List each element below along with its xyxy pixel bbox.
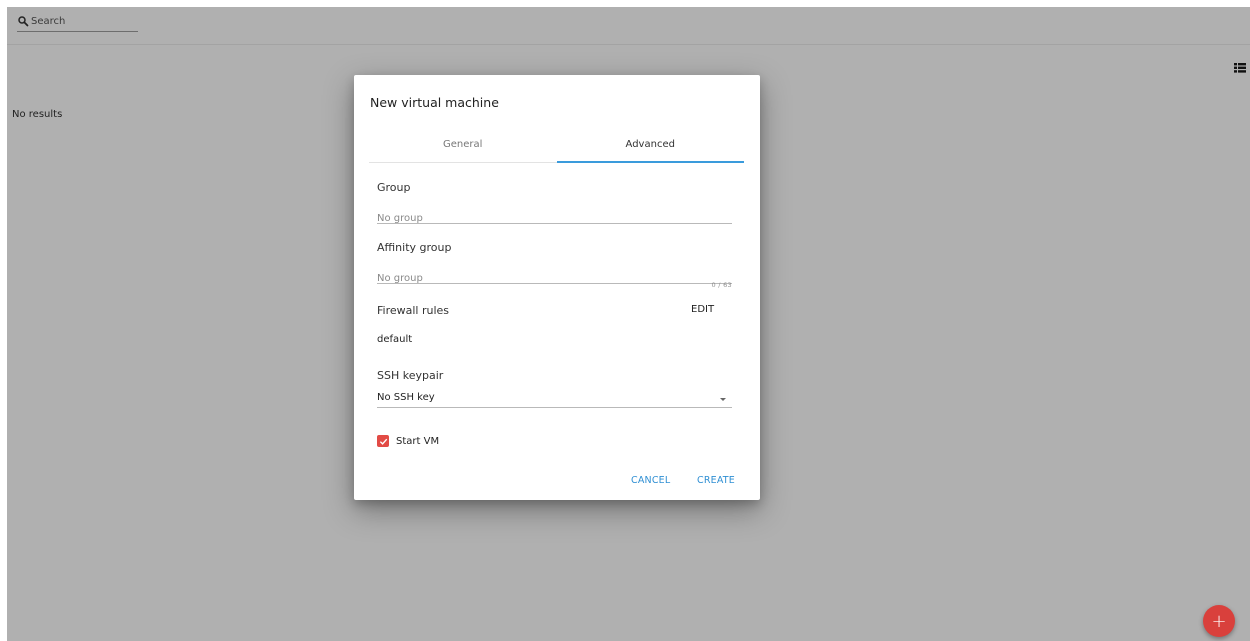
group-label: Group (377, 181, 411, 194)
ssh-keypair-select[interactable]: No SSH key (377, 390, 732, 408)
cancel-button[interactable]: CANCEL (631, 475, 670, 486)
firewall-rules-label: Firewall rules (377, 304, 450, 317)
check-icon (379, 438, 387, 445)
start-vm-checkbox-row[interactable]: Start VM (377, 434, 439, 448)
search-icon (17, 12, 29, 31)
affinity-group-label: Affinity group (377, 241, 452, 254)
affinity-group-field[interactable] (377, 266, 732, 286)
create-button[interactable]: CREATE (697, 475, 735, 486)
ssh-keypair-value: No SSH key (377, 392, 435, 403)
affinity-group-char-count: 0 / 63 (711, 281, 732, 289)
top-bar (7, 7, 1250, 45)
tab-general[interactable]: General (369, 136, 557, 162)
new-vm-dialog: New virtual machine General Advanced Gro… (354, 75, 760, 500)
add-button[interactable]: + (1203, 605, 1235, 637)
group-input[interactable] (377, 212, 732, 226)
dialog-title: New virtual machine (370, 95, 499, 110)
firewall-edit-button[interactable]: EDIT (691, 304, 714, 315)
dropdown-arrow-icon (720, 398, 726, 401)
tab-advanced[interactable]: Advanced (556, 136, 745, 163)
firewall-rules-value: default (377, 334, 413, 345)
start-vm-checkbox[interactable] (377, 435, 389, 447)
affinity-group-input[interactable] (377, 272, 732, 286)
ssh-keypair-label: SSH keypair (377, 369, 444, 382)
dialog-tabs: General Advanced (369, 136, 744, 163)
search-box[interactable] (17, 12, 138, 32)
group-field[interactable] (377, 206, 732, 226)
start-vm-label: Start VM (396, 435, 440, 447)
search-input[interactable] (29, 16, 134, 27)
app-background: No results + New virtual machine General… (7, 7, 1250, 641)
empty-state-text: No results (12, 109, 63, 120)
list-view-icon[interactable] (1234, 58, 1246, 73)
